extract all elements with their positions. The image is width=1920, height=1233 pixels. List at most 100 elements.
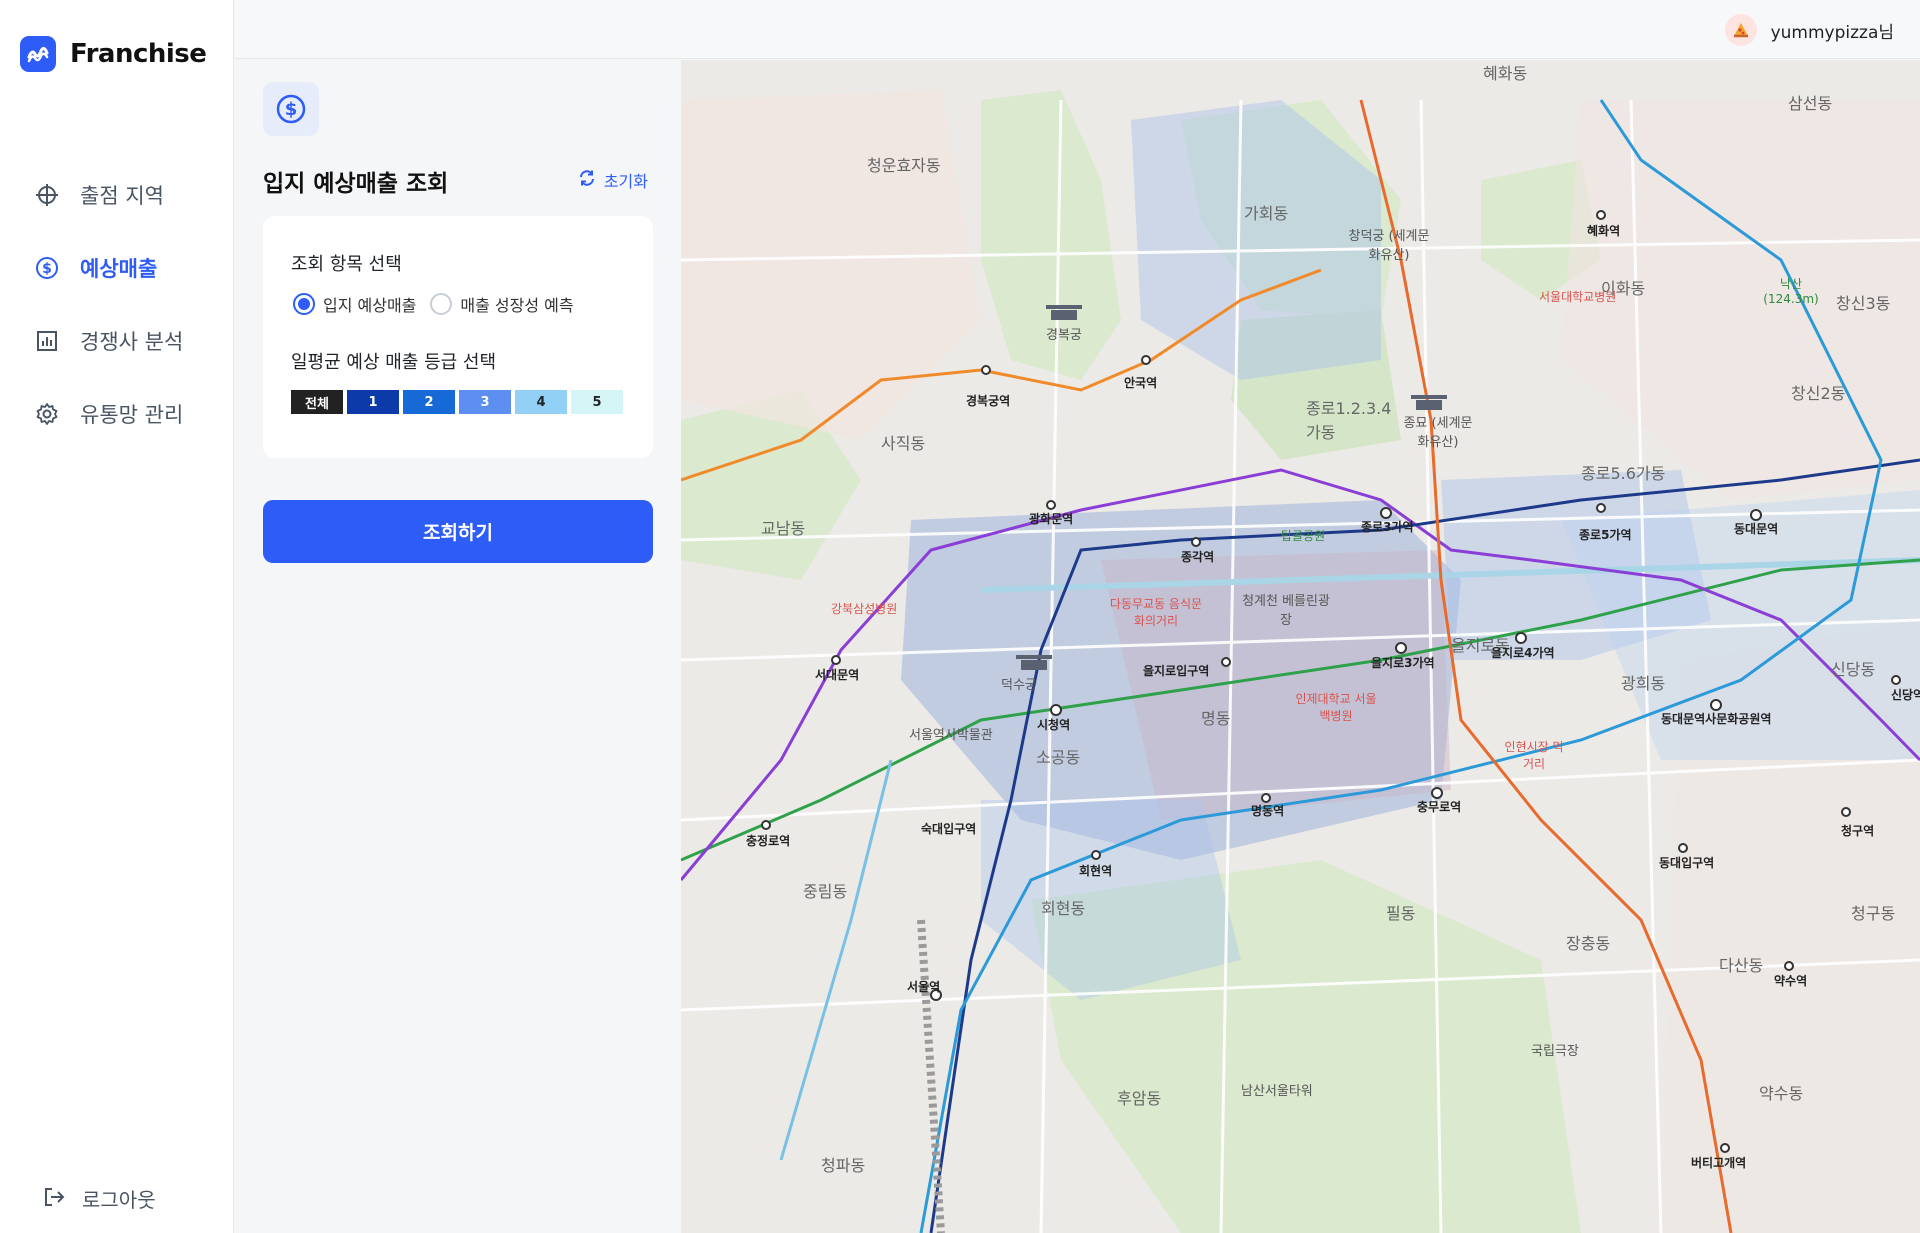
map-landmark-label: 인현시장 먹거리 <box>1504 740 1564 771</box>
map-station-label: 광화문역 <box>1029 512 1074 526</box>
filter-card: 조회 항목 선택 입지 예상매출 매출 성장성 예측 일평균 예상 매출 등급 … <box>263 216 653 458</box>
map-station-label: 을지로4가역 <box>1491 646 1555 660</box>
map-station-label: 동대문역사문화공원역 <box>1661 712 1772 726</box>
grade-chip-2[interactable]: 2 <box>403 390 455 414</box>
map-district-label: 회현동 <box>1041 899 1086 918</box>
map-landmark-label: 서울대학교병원 <box>1539 290 1617 304</box>
nav-item-competitor-analysis[interactable]: 경쟁사 분석 <box>0 304 234 377</box>
refresh-icon <box>578 169 596 191</box>
radio-expected-sales[interactable]: 입지 예상매출 <box>293 292 416 316</box>
brand[interactable]: Franchise <box>20 36 207 72</box>
map-station-label: 시청역 <box>1037 718 1071 732</box>
map-district-label: 가회동 <box>1244 204 1289 223</box>
nav-item-distribution-management[interactable]: 유통망 관리 <box>0 377 234 450</box>
logout-label: 로그아웃 <box>82 1188 156 1212</box>
map-station-label: 버티고개역 <box>1691 1156 1747 1170</box>
map-district-label: 중림동 <box>803 882 848 901</box>
map-station-label: 을지로입구역 <box>1143 664 1210 678</box>
grade-chip-1[interactable]: 1 <box>347 390 399 414</box>
query-button[interactable]: 조회하기 <box>263 500 653 563</box>
map-station-label: 숙대입구역 <box>921 822 977 836</box>
logout-icon <box>42 1185 66 1213</box>
map-station-label: 을지로3가역 <box>1371 656 1435 670</box>
reset-label: 초기화 <box>603 172 648 191</box>
map-station-label: 서울역 <box>907 980 941 994</box>
dollar-circle-icon: $ <box>263 82 319 136</box>
map-district-label: 신당동 <box>1831 660 1876 679</box>
map-view[interactable]: 청운효자동 가회동 혜화동 삼선동 이화동 창신3동 창신2동 사직동 교남동 … <box>681 60 1920 1233</box>
svg-text:$: $ <box>42 261 52 277</box>
page-title: 입지 예상매출 조회 <box>263 171 449 197</box>
nav-item-store-area[interactable]: 출점 지역 <box>0 158 234 231</box>
map-district-label: 교남동 <box>761 519 806 538</box>
map-district-label: 다산동 <box>1719 956 1764 975</box>
radio-label: 입지 예상매출 <box>323 296 417 315</box>
map-station-label: 충무로역 <box>1417 800 1462 814</box>
query-type-radio-group: 입지 예상매출 매출 성장성 예측 <box>293 292 588 316</box>
grade-chip-3[interactable]: 3 <box>459 390 511 414</box>
map-district-label: 장충동 <box>1566 934 1611 953</box>
map-landmark-label: 인제대학교 서울백병원 <box>1295 692 1377 723</box>
brand-name: Franchise <box>70 39 207 69</box>
radio-growth-forecast[interactable]: 매출 성장성 예측 <box>430 292 574 316</box>
map-landmark-label: 탑골공원 <box>1281 529 1326 543</box>
nav-label: 경쟁사 분석 <box>80 329 184 354</box>
top-header: yummypizza님 <box>235 0 1920 59</box>
query-panel: $ 입지 예상매출 조회 초기화 조회 항목 선택 입지 예상매출 매출 성장성… <box>235 60 680 1233</box>
map-station-label: 동대문역 <box>1734 522 1779 536</box>
grade-chip-4[interactable]: 4 <box>515 390 567 414</box>
svg-text:$: $ <box>285 99 298 120</box>
user-menu[interactable]: yummypizza님 <box>1724 14 1894 46</box>
map-district-label: 약수동 <box>1759 1084 1804 1103</box>
bar-chart-icon <box>34 328 60 354</box>
map-district-label: 광희동 <box>1621 674 1666 693</box>
map-district-label: 종로1.2.3.4가동 <box>1306 399 1392 442</box>
grade-chip-all[interactable]: 전체 <box>291 390 343 414</box>
map-landmark-label: 국립극장 <box>1531 1044 1579 1059</box>
section-label-query-type: 조회 항목 선택 <box>291 254 402 275</box>
user-name: yummypizza님 <box>1770 22 1894 43</box>
map-landmark-label: 강북삼성병원 <box>831 602 898 616</box>
map-district-label: 사직동 <box>881 434 926 453</box>
map-station-label: 혜화역 <box>1587 224 1621 238</box>
grade-chip-5[interactable]: 5 <box>571 390 623 414</box>
map-landmark-label: 서울역사박물관 <box>909 728 993 743</box>
map-district-label: 청구동 <box>1851 904 1896 923</box>
radio-checked-indicator[interactable] <box>293 293 315 315</box>
map-landmark-label: 종묘 (세계문화유산) <box>1403 416 1473 450</box>
map-district-label: 청운효자동 <box>867 156 941 175</box>
map-district-label: 창신2동 <box>1791 384 1846 403</box>
map-station-label: 안국역 <box>1124 376 1158 390</box>
radio-label: 매출 성장성 예측 <box>460 296 574 315</box>
map-district-label: 종로5.6가동 <box>1581 464 1666 483</box>
dollar-circle-icon: $ <box>34 255 60 281</box>
map-landmark-label: 청계천 베를린광장 <box>1242 594 1330 628</box>
section-label-grade: 일평균 예상 매출 등급 선택 <box>291 352 497 373</box>
brand-logo-icon <box>20 36 56 72</box>
map-district-label: 청파동 <box>821 1156 866 1175</box>
map-station-label: 종로3가역 <box>1361 520 1414 534</box>
map-district-label: 필동 <box>1386 904 1416 923</box>
map-district-label: 혜화동 <box>1483 64 1528 83</box>
map-landmark-label: 남산서울타워 <box>1241 1084 1313 1099</box>
nav-item-expected-sales[interactable]: $ 예상매출 <box>0 231 234 304</box>
map-station-label: 충정로역 <box>746 834 791 848</box>
grade-selector: 전체 1 2 3 4 5 <box>291 390 627 414</box>
map-landmark-label: 창덕궁 (세계문화유산) <box>1348 229 1430 263</box>
reset-button[interactable]: 초기화 <box>578 168 648 192</box>
sidebar: Franchise 출점 지역 $ 예상매출 경쟁사 분석 유통망 관리 로그아… <box>0 0 234 1233</box>
gear-icon <box>34 401 60 427</box>
map-station-label: 서대문역 <box>815 668 860 682</box>
map-station-label: 회현역 <box>1079 864 1113 878</box>
logout-button[interactable]: 로그아웃 <box>42 1184 156 1213</box>
map-district-label: 명동 <box>1201 709 1231 728</box>
map-station-label: 약수역 <box>1774 974 1808 988</box>
map-district-label: 삼선동 <box>1788 94 1833 113</box>
nav-label: 출점 지역 <box>80 183 164 208</box>
map-station-label: 종로5가역 <box>1579 528 1632 542</box>
radio-unchecked-indicator[interactable] <box>430 293 453 315</box>
nav-label: 예상매출 <box>80 256 158 281</box>
map-landmark-label: 다동무교동 음식문화의거리 <box>1109 597 1203 628</box>
map-district-label: 소공동 <box>1036 748 1081 767</box>
map-station-label: 동대입구역 <box>1659 856 1715 870</box>
